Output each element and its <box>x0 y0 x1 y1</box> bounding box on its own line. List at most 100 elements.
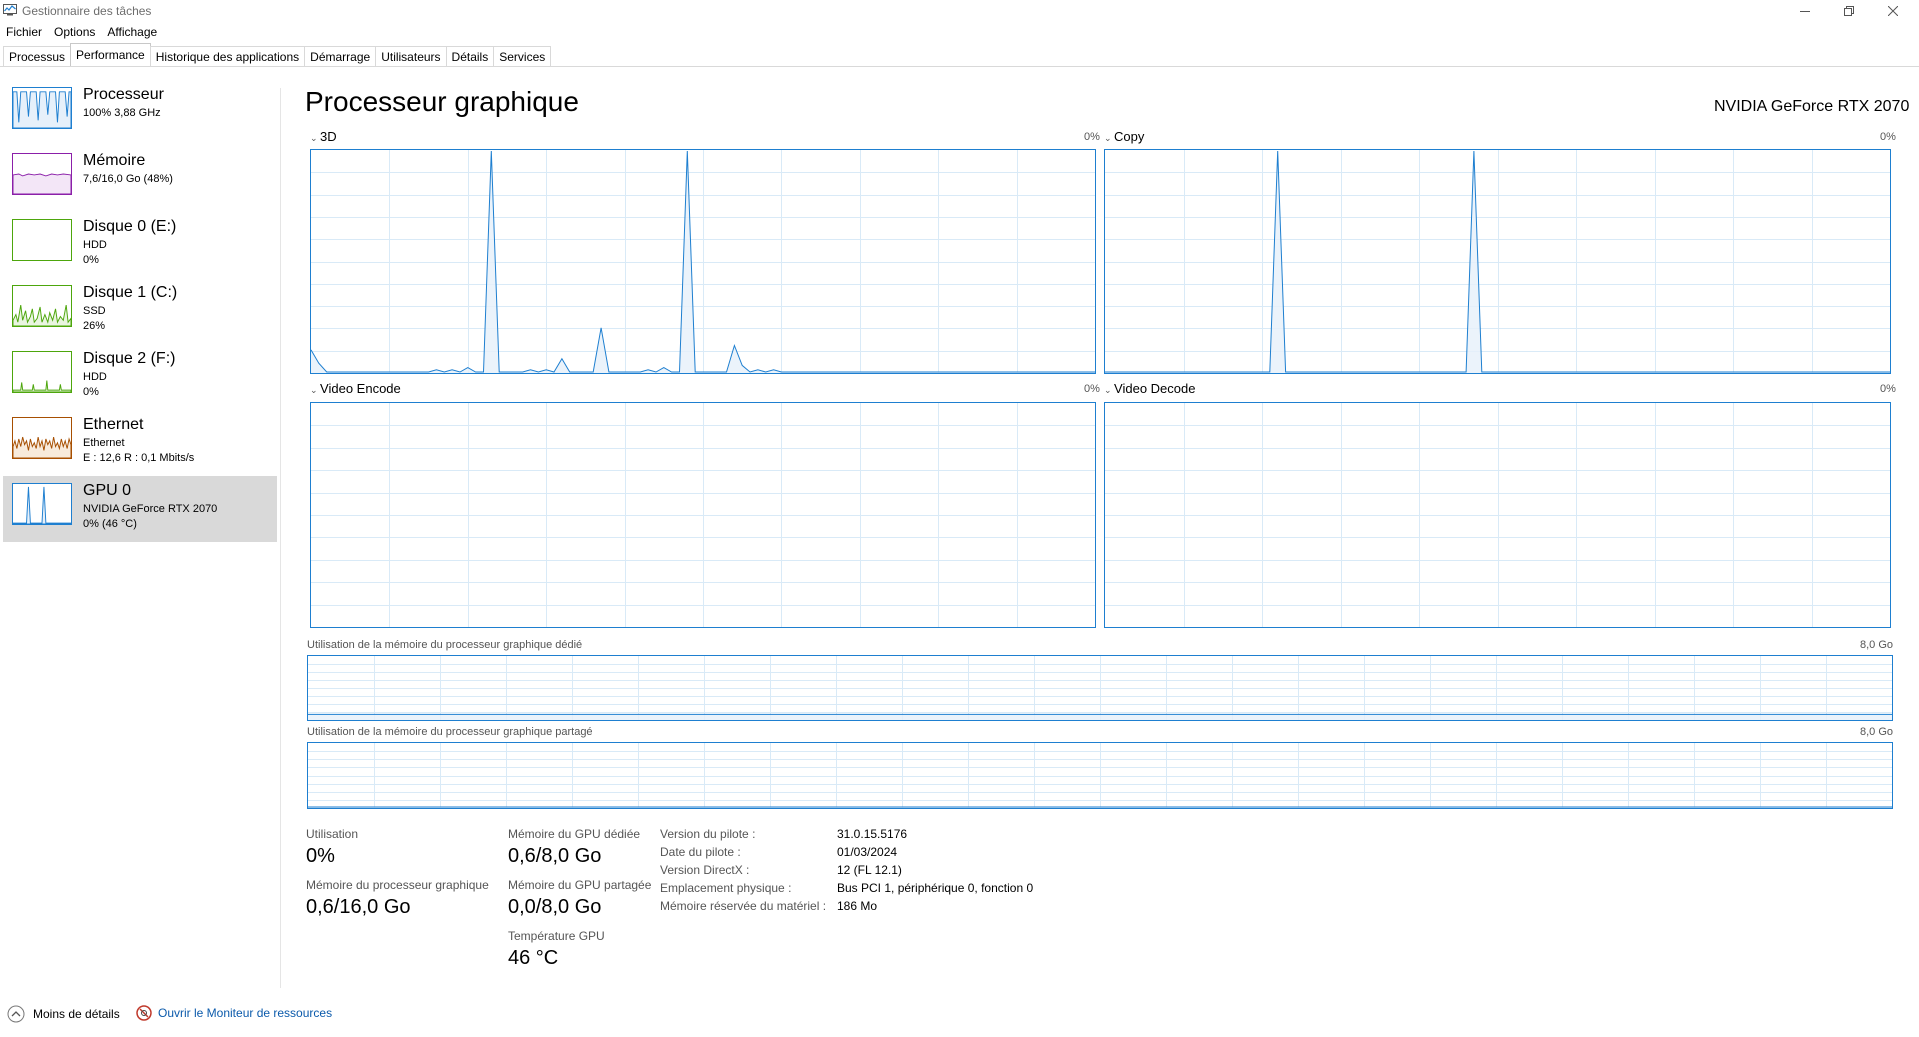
engine-3d-selector[interactable]: ⌄ 3D <box>310 129 337 144</box>
sidebar-title: Disque 1 (C:) <box>83 284 178 301</box>
engine-pct: 0% <box>1880 131 1896 143</box>
series-area <box>308 714 1892 720</box>
stat-temperature-label: Température GPU <box>508 929 605 943</box>
resource-monitor-icon <box>136 1005 152 1021</box>
sidebar-item-gpu-0[interactable]: GPU 0 NVIDIA GeForce RTX 2070 0% (46 °C) <box>3 476 277 542</box>
graph-shared-memory <box>307 742 1893 809</box>
engine-label: 3D <box>320 129 337 144</box>
prop-value: Bus PCI 1, périphérique 0, fonction 0 <box>837 881 1034 895</box>
sidebar-item-disque-1[interactable]: Disque 1 (C:) SSD 26% <box>3 278 277 344</box>
prop-value: 12 (FL 12.1) <box>837 863 902 877</box>
minimize-button[interactable] <box>1782 0 1828 22</box>
stat-dedicated-value: 0,6/8,0 Go <box>508 845 602 867</box>
stat-shared-label: Mémoire du GPU partagée <box>508 878 652 892</box>
engine-pct: 0% <box>1084 383 1100 395</box>
sidebar-item-ethernet[interactable]: Ethernet Ethernet E : 12,6 R : 0,1 Mbits/… <box>3 410 277 476</box>
chevron-down-icon: ⌄ <box>310 385 321 395</box>
sidebar-title: Ethernet <box>83 416 144 433</box>
tab-details[interactable]: Détails <box>445 46 495 67</box>
restore-button[interactable] <box>1826 0 1872 22</box>
prop-key: Emplacement physique : <box>660 881 792 895</box>
sidebar-title: Processeur <box>83 86 164 103</box>
shared-memory-max: 8,0 Go <box>1860 726 1894 738</box>
sidebar-subtitle: Ethernet E : 12,6 R : 0,1 Mbits/s <box>83 437 195 464</box>
dedicated-memory-label: Utilisation de la mémoire du processeur … <box>307 639 583 651</box>
stat-shared-value: 0,0/8,0 Go <box>508 896 602 918</box>
memory-thumbnail <box>12 153 72 195</box>
resource-sidebar: Processeur 100% 3,88 GHz Mémoire 7,6/16,… <box>3 80 277 542</box>
chevron-down-icon: ⌄ <box>310 133 321 143</box>
graph-copy <box>1104 149 1891 374</box>
close-icon <box>1888 6 1898 16</box>
menu-options[interactable]: Options <box>48 23 101 41</box>
stat-utilisation-label: Utilisation <box>306 827 359 841</box>
device-name: NVIDIA GeForce RTX 2070 <box>1714 98 1910 115</box>
sidebar-subtitle: NVIDIA GeForce RTX 2070 0% (46 °C) <box>83 503 218 530</box>
prop-value: 31.0.15.5176 <box>837 827 908 841</box>
shared-memory-label: Utilisation de la mémoire du processeur … <box>307 726 593 738</box>
stat-utilisation-value: 0% <box>306 845 335 867</box>
less-details-label: Moins de détails <box>33 1007 120 1021</box>
restore-icon <box>1844 6 1854 16</box>
dedicated-memory-max: 8,0 Go <box>1860 639 1894 651</box>
tab-utilisateurs[interactable]: Utilisateurs <box>375 46 447 67</box>
sidebar-subtitle: 7,6/16,0 Go (48%) <box>83 173 173 185</box>
close-button[interactable] <box>1870 0 1916 22</box>
prop-value: 186 Mo <box>837 899 878 913</box>
sidebar-subtitle: HDD 0% <box>83 371 107 398</box>
graph-video-decode <box>1104 402 1891 628</box>
engine-video-decode-selector[interactable]: ⌄ Video Decode <box>1104 381 1195 396</box>
series-line <box>1105 150 1890 373</box>
engine-label: Video Decode <box>1114 381 1196 396</box>
sidebar-title: Disque 2 (F:) <box>83 350 176 367</box>
chevron-down-icon: ⌄ <box>1104 385 1115 395</box>
sidebar-item-disque-0[interactable]: Disque 0 (E:) HDD 0% <box>3 212 277 278</box>
graph-dedicated-memory <box>307 655 1893 721</box>
disk-1-thumbnail <box>12 285 72 327</box>
tab-divider <box>0 66 1919 67</box>
tab-demarrage[interactable]: Démarrage <box>304 46 377 67</box>
prop-key: Version du pilote : <box>660 827 756 841</box>
engine-copy-selector[interactable]: ⌄ Copy <box>1104 129 1144 144</box>
disk-2-thumbnail <box>12 351 72 393</box>
prop-key: Version DirectX : <box>660 863 750 877</box>
ethernet-thumbnail <box>12 417 72 459</box>
prop-key: Mémoire réservée du matériel : <box>660 899 827 913</box>
sidebar-subtitle: SSD 26% <box>83 305 106 332</box>
window-title: Gestionnaire des tâches <box>22 4 152 18</box>
tab-processus[interactable]: Processus <box>3 46 72 67</box>
title-bar: Gestionnaire des tâches <box>0 0 1919 22</box>
chevron-down-icon: ⌄ <box>1104 133 1115 143</box>
sidebar-item-memoire[interactable]: Mémoire 7,6/16,0 Go (48%) <box>3 146 277 212</box>
less-details-button[interactable]: Moins de détails <box>7 1005 120 1023</box>
menu-bar: Fichier Options Affichage <box>0 23 163 41</box>
stat-gpu-memory-label: Mémoire du processeur graphique <box>306 878 489 892</box>
graph-video-encode <box>310 402 1096 628</box>
sidebar-item-disque-2[interactable]: Disque 2 (F:) HDD 0% <box>3 344 277 410</box>
panel-divider <box>280 88 281 988</box>
sidebar-title: Mémoire <box>83 152 146 169</box>
tab-performance[interactable]: Performance <box>70 43 151 67</box>
sidebar-item-processeur[interactable]: Processeur 100% 3,88 GHz <box>3 80 277 146</box>
engine-label: Video Encode <box>320 381 401 396</box>
menu-fichier[interactable]: Fichier <box>0 23 48 41</box>
engine-video-encode-selector[interactable]: ⌄ Video Encode <box>310 381 401 396</box>
resource-monitor-link[interactable]: Ouvrir le Moniteur de ressources <box>136 1005 332 1021</box>
tab-bar: Processus Performance Historique des app… <box>3 43 552 68</box>
engine-label: Copy <box>1114 129 1145 144</box>
tab-services[interactable]: Services <box>493 46 552 67</box>
minimize-icon <box>1800 11 1810 12</box>
sidebar-title: Disque 0 (E:) <box>83 218 177 235</box>
cpu-thumbnail <box>12 87 72 129</box>
gpu-thumbnail <box>12 483 72 525</box>
stat-dedicated-label: Mémoire du GPU dédiée <box>508 827 641 841</box>
prop-value: 01/03/2024 <box>837 845 898 859</box>
graph-3d <box>310 149 1096 374</box>
resource-monitor-label: Ouvrir le Moniteur de ressources <box>158 1006 333 1020</box>
sidebar-title: GPU 0 <box>83 482 132 499</box>
menu-affichage[interactable]: Affichage <box>101 23 163 41</box>
sidebar-subtitle: 100% 3,88 GHz <box>83 107 161 119</box>
stat-gpu-memory-value: 0,6/16,0 Go <box>306 896 411 918</box>
tab-historique[interactable]: Historique des applications <box>149 46 306 67</box>
disk-0-thumbnail <box>12 219 72 261</box>
